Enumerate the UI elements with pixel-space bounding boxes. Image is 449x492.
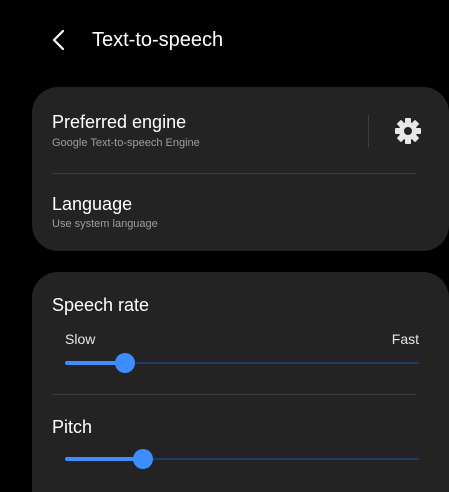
speech-settings-card: Speech rate Slow Fast Pitch [32,272,449,492]
language-item[interactable]: Language Use system language [32,173,449,251]
gear-icon [395,118,421,144]
speech-rate-min-label: Slow [65,331,96,347]
slider-thumb[interactable] [132,449,153,469]
slider-fill [65,457,143,461]
pitch-slider[interactable] [65,447,419,471]
preferred-engine-title: Preferred engine [52,112,187,132]
preferred-engine-subtitle: Google Text-to-speech Engine [52,137,200,149]
speech-rate-title: Speech rate [52,295,150,315]
vertical-divider [368,115,369,147]
slider-thumb[interactable] [115,353,136,373]
pitch-title: Pitch [52,417,93,437]
divider [52,394,417,395]
back-button[interactable] [44,24,76,56]
app-bar: Text-to-speech [0,0,449,80]
engine-settings-button[interactable] [392,115,424,147]
speech-rate-max-label: Fast [391,331,419,347]
chevron-left-icon [52,29,65,51]
language-subtitle: Use system language [52,218,158,230]
preferred-engine-item[interactable]: Preferred engine Google Text-to-speech E… [32,87,368,173]
page-title: Text-to-speech [92,29,224,51]
language-title: Language [52,194,133,214]
engine-settings-card: Preferred engine Google Text-to-speech E… [32,87,449,251]
speech-rate-slider[interactable] [65,351,419,375]
